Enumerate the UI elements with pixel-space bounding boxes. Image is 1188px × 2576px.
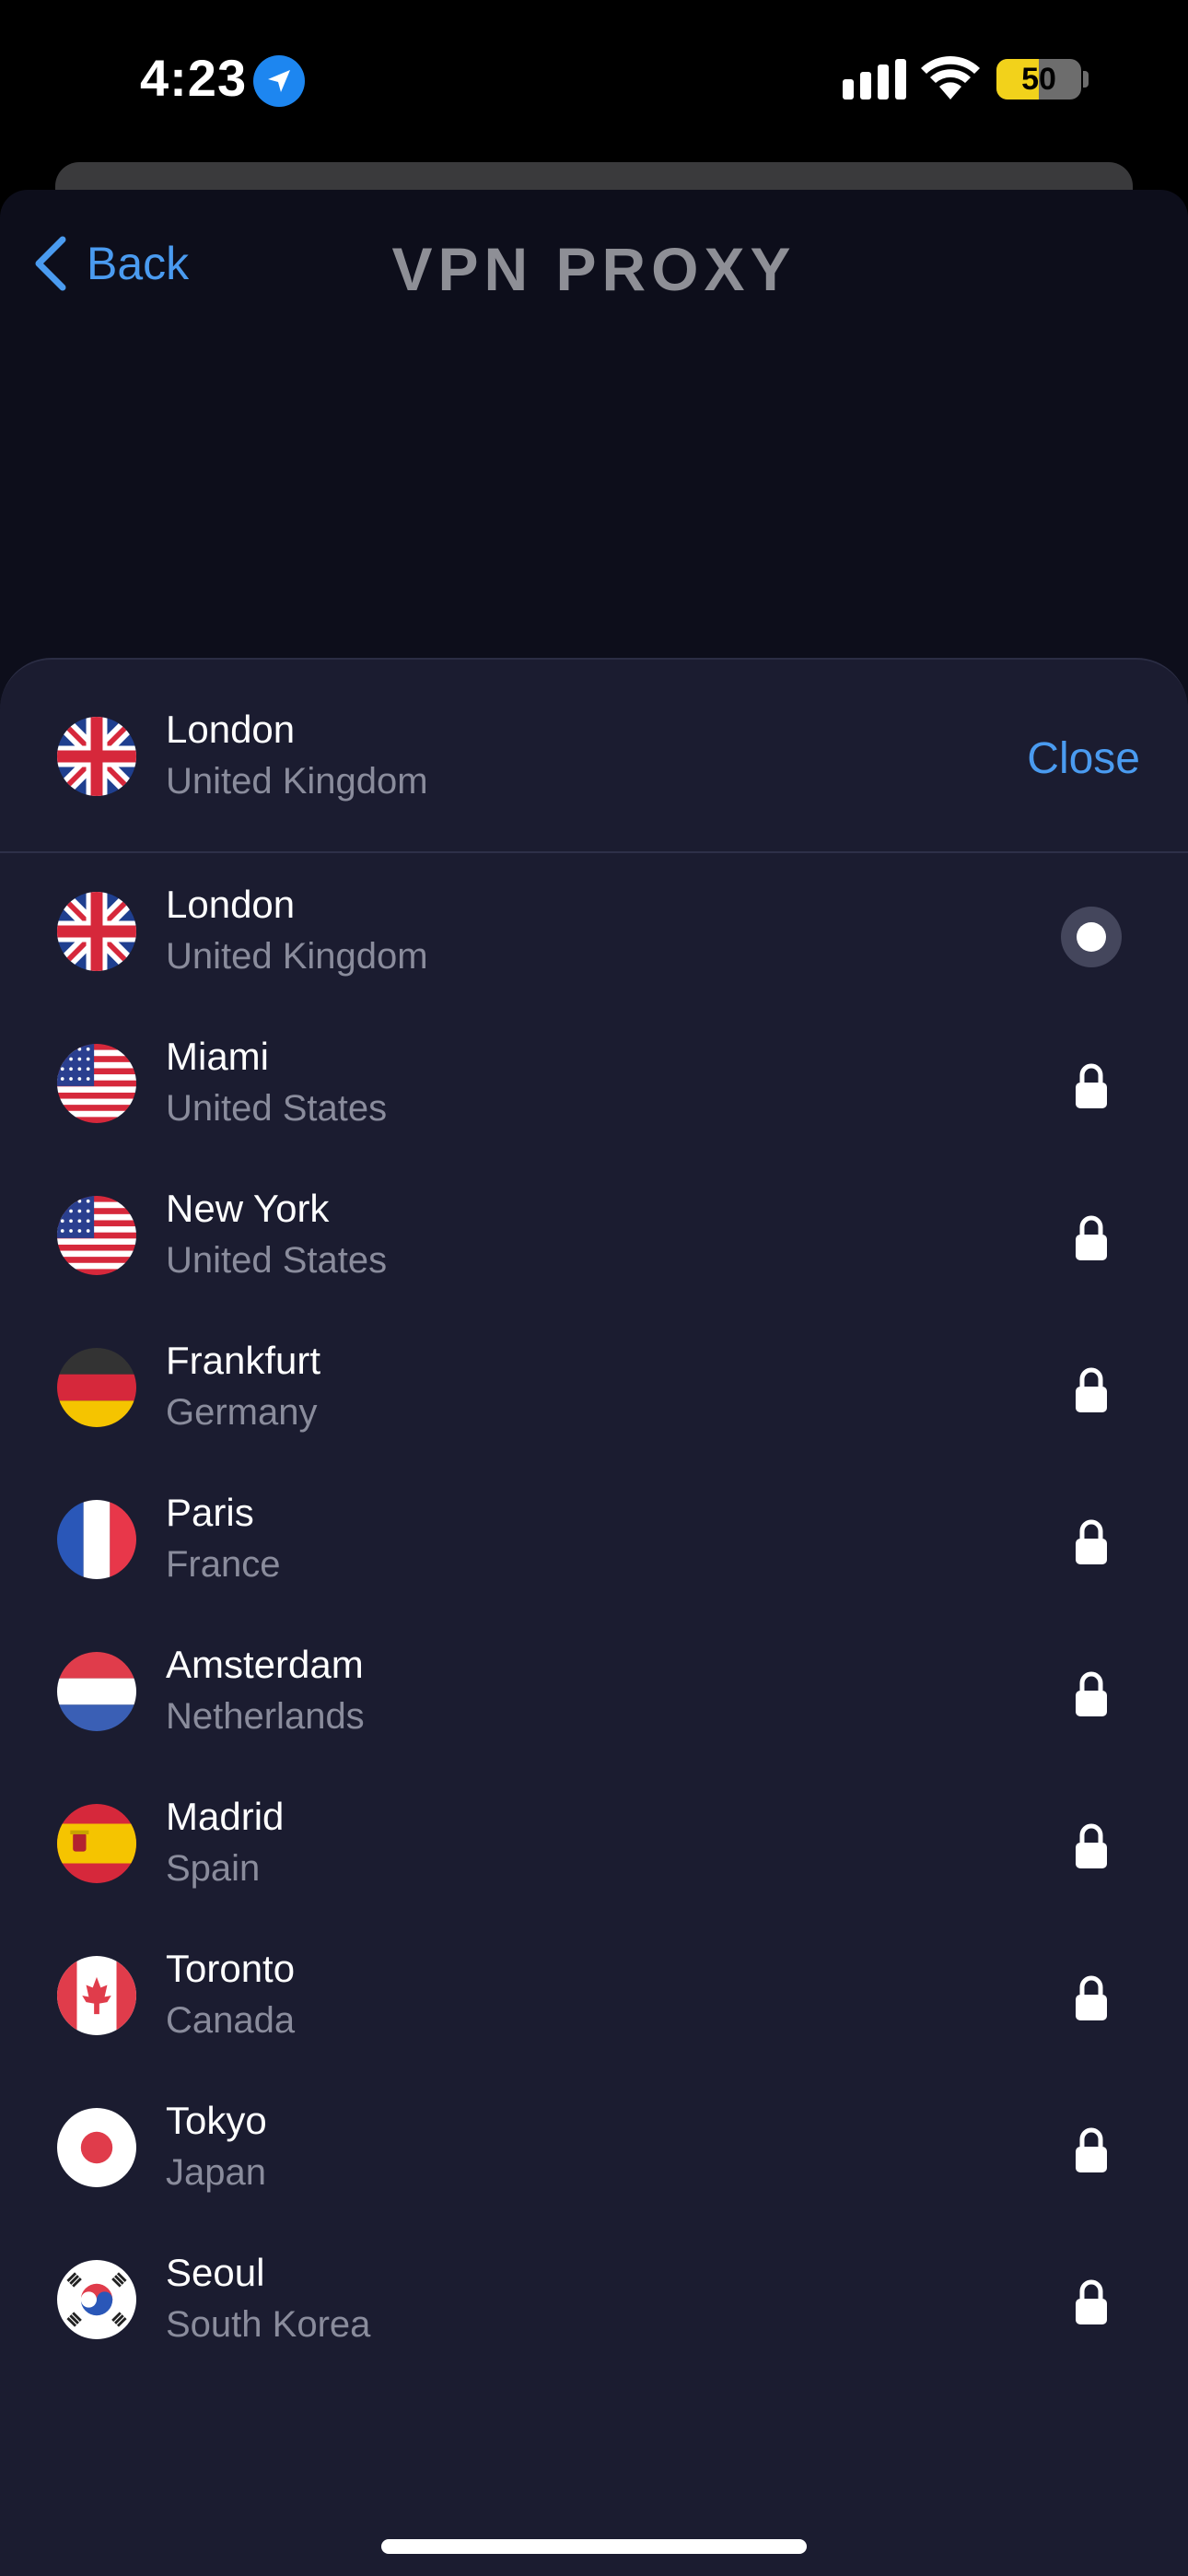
app-title: VPN PROXY (391, 235, 797, 303)
location-city: London (166, 883, 296, 926)
flag-de-icon (57, 1348, 136, 1427)
location-city: New York (166, 1187, 330, 1230)
selected-country: United Kingdom (166, 761, 428, 802)
location-country: Germany (166, 1392, 318, 1433)
location-city: Toronto (166, 1947, 296, 1990)
flag-ca-icon (57, 1956, 136, 2035)
flag-fr-icon (57, 1500, 136, 1579)
location-row[interactable]: Tokyo Japan (0, 2071, 1188, 2223)
location-row[interactable]: London United Kingdom (0, 855, 1188, 1007)
location-city: Paris (166, 1491, 254, 1534)
location-picker-sheet: London United Kingdom Close London United… (0, 658, 1188, 2576)
status-bar: 4:23 50 (0, 0, 1188, 166)
location-country: United States (166, 1088, 388, 1129)
lock-icon (1074, 1518, 1109, 1569)
selected-location-header: London United Kingdom Close (0, 660, 1188, 853)
location-city: Seoul (166, 2251, 265, 2294)
selected-radio-icon[interactable] (1061, 907, 1122, 967)
location-country: France (166, 1544, 281, 1585)
location-row[interactable]: Toronto Canada (0, 1919, 1188, 2071)
flag-es-icon (57, 1804, 136, 1883)
location-country: Canada (166, 2000, 296, 2041)
location-row[interactable]: New York United States (0, 1159, 1188, 1311)
location-row[interactable]: Frankfurt Germany (0, 1311, 1188, 1463)
location-city: Frankfurt (166, 1339, 321, 1382)
flag-us-icon (57, 1196, 136, 1275)
lock-icon (1074, 1062, 1109, 1113)
battery-percent: 50 (1021, 62, 1056, 97)
location-row[interactable]: Miami United States (0, 1007, 1188, 1159)
status-time: 4:23 (140, 49, 248, 107)
location-country: Japan (166, 2152, 266, 2193)
cellular-signal-icon (843, 59, 906, 100)
location-row[interactable]: Seoul South Korea (0, 2223, 1188, 2375)
location-city: Tokyo (166, 2099, 267, 2142)
battery-icon: 50 (996, 59, 1081, 100)
location-row[interactable]: Madrid Spain (0, 1767, 1188, 1919)
flag-jp-icon (57, 2108, 136, 2187)
home-indicator (381, 2539, 807, 2554)
location-country: Netherlands (166, 1696, 365, 1737)
location-city: Miami (166, 1035, 269, 1078)
location-country: United Kingdom (166, 936, 428, 977)
location-arrow-icon (253, 55, 305, 107)
flag-kr-icon (57, 2260, 136, 2339)
battery-tip (1083, 71, 1089, 88)
location-city: Amsterdam (166, 1643, 364, 1686)
flag-us-icon (57, 1044, 136, 1123)
close-button[interactable]: Close (1027, 733, 1140, 784)
flag-uk-icon (57, 717, 136, 796)
location-city: Madrid (166, 1795, 285, 1838)
flag-uk-icon (57, 892, 136, 971)
radio-dot (1077, 922, 1106, 952)
lock-icon (1074, 1974, 1109, 2025)
lock-icon (1074, 2126, 1109, 2177)
lock-icon (1074, 1822, 1109, 1873)
wifi-icon (921, 56, 980, 100)
location-country: United States (166, 1240, 388, 1281)
lock-icon (1074, 1214, 1109, 1265)
lock-icon (1074, 1670, 1109, 1721)
location-country: South Korea (166, 2304, 371, 2345)
flag-nl-icon (57, 1652, 136, 1731)
location-row[interactable]: Paris France (0, 1463, 1188, 1615)
selected-city: London (166, 708, 296, 751)
lock-icon (1074, 1366, 1109, 1417)
lock-icon (1074, 2278, 1109, 2329)
nav-bar: Back VPN PROXY (0, 190, 1188, 356)
location-country: Spain (166, 1848, 261, 1889)
location-row[interactable]: Amsterdam Netherlands (0, 1615, 1188, 1767)
